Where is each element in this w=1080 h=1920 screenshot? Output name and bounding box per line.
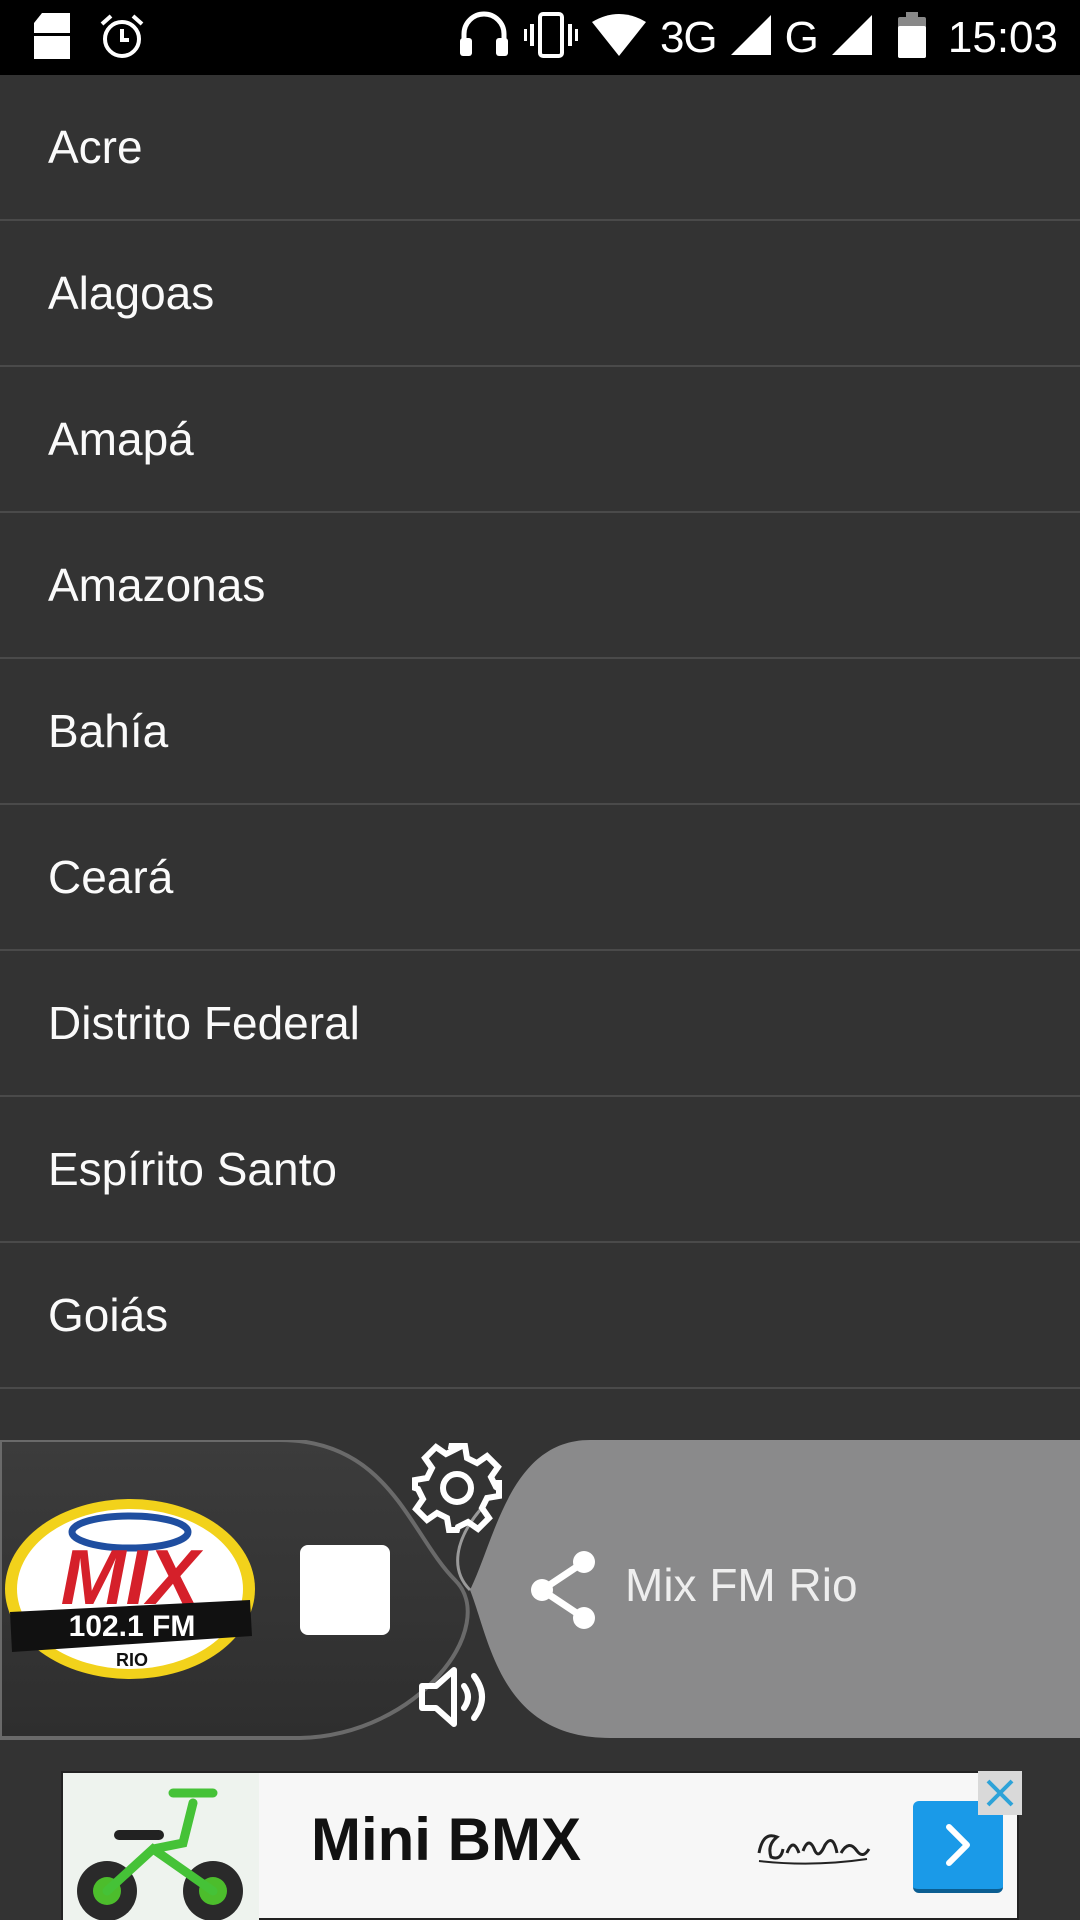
list-item-espirito-santo[interactable]: Espírito Santo (0, 1097, 1080, 1243)
list-item-ceara[interactable]: Ceará (0, 805, 1080, 951)
ad-title: Mini BMX (311, 1806, 581, 1873)
status-bar: 3G G 15:03 (0, 0, 1080, 75)
signal-icon (730, 15, 771, 60)
list-item-label: Acre (48, 121, 143, 173)
list-item-bahia[interactable]: Bahía (0, 659, 1080, 805)
network-type-3g: 3G (659, 12, 718, 62)
list-item-label: Amazonas (48, 559, 266, 611)
stop-button[interactable] (300, 1545, 390, 1635)
list-item-alagoas[interactable]: Alagoas (0, 221, 1080, 367)
clock: 15:03 (947, 12, 1058, 62)
logo-frequency: 102.1 FM (69, 1610, 196, 1643)
network-type-g: G (784, 12, 819, 62)
list-item-label: Ceará (48, 851, 174, 903)
list-item-amazonas[interactable]: Amazonas (0, 513, 1080, 659)
list-item-label: Espírito Santo (48, 1143, 337, 1195)
list-item-label: Goiás (48, 1289, 169, 1341)
headset-icon (458, 10, 510, 65)
wifi-icon (591, 14, 646, 61)
station-logo: MIX 102.1 FM RIO (0, 1496, 258, 1682)
list-item-label: Distrito Federal (48, 997, 360, 1049)
list-item-label: Alagoas (48, 267, 215, 319)
list-item-label: Amapá (48, 413, 194, 465)
state-list: Acre Alagoas Amapá Amazonas Bahía Ceará … (0, 75, 1080, 1389)
logo-city: RIO (116, 1650, 148, 1670)
sd-card-icon (34, 13, 70, 64)
battery-icon (897, 12, 926, 63)
player-bar: MIX 102.1 FM RIO Mix FM Rio (0, 1440, 1080, 1740)
station-name: Mix FM Rio (625, 1559, 858, 1611)
list-item-distrito-federal[interactable]: Distrito Federal (0, 951, 1080, 1097)
close-icon (986, 1779, 1014, 1807)
alarm-icon (98, 12, 146, 65)
share-icon[interactable] (528, 1550, 598, 1630)
ad-close-button[interactable] (978, 1771, 1022, 1815)
signal-icon (831, 15, 872, 60)
bmx-bike-image (63, 1773, 259, 1920)
vibrate-icon (523, 12, 578, 63)
ad-brand-logo (753, 1823, 873, 1880)
list-item-amapa[interactable]: Amapá (0, 367, 1080, 513)
volume-icon[interactable] (418, 1662, 494, 1732)
list-item-acre[interactable]: Acre (0, 75, 1080, 221)
list-item-label: Bahía (48, 705, 169, 757)
list-item-goias[interactable]: Goiás (0, 1243, 1080, 1389)
ad-banner[interactable]: Mini BMX (61, 1771, 1022, 1920)
gear-icon[interactable] (409, 1440, 505, 1536)
